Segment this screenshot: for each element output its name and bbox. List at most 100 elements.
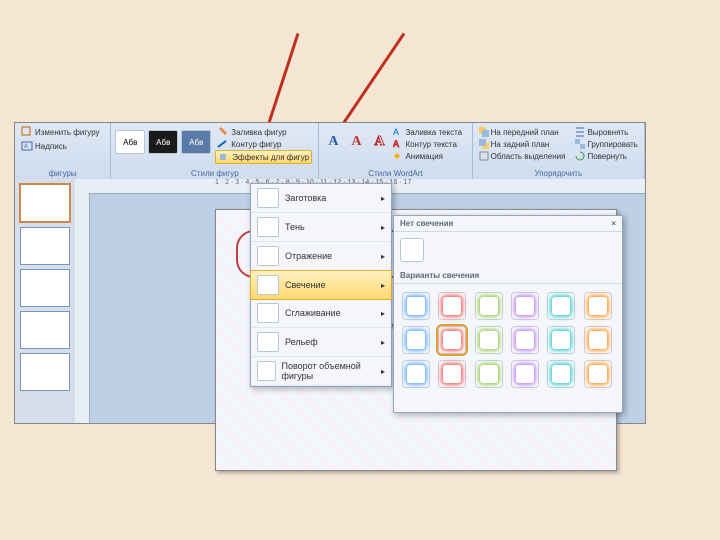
glow-swatch[interactable] [475,292,503,320]
effects-icon [218,152,230,162]
slide-thumb[interactable] [20,311,70,349]
group-label-shapes: фигуры [15,169,110,178]
group-label: Группировать [587,140,638,149]
glow-none-header: Нет свечения × [394,216,622,232]
effects-menu-item[interactable]: Поворот объемной фигуры▸ [251,357,391,386]
glow-grid [394,284,622,396]
shape-style-gallery[interactable]: Абв Абв Абв [115,125,211,159]
glow-swatch[interactable] [547,292,575,320]
shape-effects-label: Эффекты для фигур [232,153,309,162]
shape-effects-button[interactable]: Эффекты для фигур [215,150,312,164]
glow-swatch[interactable] [438,360,466,388]
effects-menu-item[interactable]: Тень▸ [251,213,391,242]
rotate-icon [575,151,585,161]
glow-swatch[interactable] [402,292,430,320]
text-anim-button[interactable]: Анимация [391,150,464,162]
shape-fill-button[interactable]: Заливка фигур [215,126,312,138]
glow-swatch[interactable] [584,326,612,354]
ribbon-group-shapes: Изменить фигуру A Надпись фигуры [15,123,111,179]
text-outline-icon: A [393,139,403,149]
align-button[interactable]: Выровнять [573,126,640,138]
shape-outline-button[interactable]: Контур фигур [215,138,312,150]
wordart-thumb[interactable]: A [323,131,343,153]
chevron-right-icon: ▸ [381,309,385,318]
app-window: Изменить фигуру A Надпись фигуры Абв Абв… [14,122,646,424]
bring-front-button[interactable]: На передний план [477,126,568,138]
vertical-ruler [75,193,90,423]
glow-swatch[interactable] [475,360,503,388]
selection-icon [479,151,489,161]
outline-icon [217,139,229,149]
slide-thumb[interactable] [20,227,70,265]
effects-menu-item[interactable]: Свечение▸ [250,270,392,300]
slide-thumbnails [15,179,76,423]
align-label: Выровнять [587,128,628,137]
glow-swatch[interactable] [511,360,539,388]
text-fill-label: Заливка текста [405,128,462,137]
text-outline-button[interactable]: A Контур текста [391,138,464,150]
text-fill-button[interactable]: A Заливка текста [391,126,464,138]
glow-none-option[interactable] [394,232,622,268]
selection-pane-label: Область выделения [491,152,566,161]
style-thumb[interactable]: Абв [181,130,211,154]
effect-icon [257,217,279,237]
chevron-right-icon: ▸ [381,194,385,203]
slide-thumb[interactable] [20,353,70,391]
glow-swatch[interactable] [511,326,539,354]
glow-swatch[interactable] [438,326,466,354]
chevron-right-icon: ▸ [381,223,385,232]
back-icon [479,139,489,149]
bring-front-label: На передний план [491,128,559,137]
effect-label: Свечение [285,280,326,290]
wordart-thumb[interactable]: A [369,131,389,153]
glow-swatch[interactable] [547,326,575,354]
effects-menu-item[interactable]: Сглаживание ▸ [251,299,391,328]
glow-swatch[interactable] [584,360,612,388]
svg-text:A: A [24,144,28,150]
glow-swatch[interactable] [511,292,539,320]
effect-icon [257,275,279,295]
shape-fill-label: Заливка фигур [231,128,286,137]
effects-menu-item[interactable]: Рельеф▸ [251,328,391,357]
glow-swatch[interactable] [547,360,575,388]
rotate-button[interactable]: Повернуть [573,150,640,162]
glow-swatch[interactable] [438,292,466,320]
glow-gallery: Нет свечения × Варианты свечения [393,215,623,413]
effect-label: Рельеф [285,337,318,347]
slide-thumb[interactable] [19,183,71,223]
anim-icon [393,151,403,161]
effect-label: Сглаживание [285,308,341,318]
glow-swatch[interactable] [402,326,430,354]
edit-shape-icon [21,126,33,138]
glow-swatch[interactable] [402,360,430,388]
rotate-label: Повернуть [587,152,627,161]
chevron-right-icon: ▸ [381,252,385,261]
no-glow-swatch [400,238,424,262]
glow-swatch[interactable] [475,326,503,354]
ribbon-group-arrange: На передний план На задний план Область … [473,123,645,179]
effects-menu-item[interactable]: Отражение▸ [251,242,391,271]
send-back-label: На задний план [491,140,550,149]
close-icon[interactable]: × [611,219,616,228]
textbox-button[interactable]: A Надпись [19,139,106,153]
wordart-thumb[interactable]: A [346,131,366,153]
glow-swatch[interactable] [584,292,612,320]
text-outline-label: Контур текста [405,140,457,149]
change-shape-button[interactable]: Изменить фигуру [19,125,106,139]
slide-thumb[interactable] [20,269,70,307]
shape-outline-label: Контур фигур [231,140,281,149]
text-fill-icon: A [393,127,403,137]
style-thumb[interactable]: Абв [115,130,145,154]
selection-pane-button[interactable]: Область выделения [477,150,568,162]
style-thumb[interactable]: Абв [148,130,178,154]
send-back-button[interactable]: На задний план [477,138,568,150]
glow-none-label: Нет свечения [400,219,453,228]
wordart-gallery[interactable]: A A A [323,125,389,159]
group-button[interactable]: Группировать [573,138,640,150]
group-label-arrange: Упорядочить [473,169,644,178]
svg-text:A: A [393,139,399,149]
effects-menu-item[interactable]: Заготовка▸ [251,184,391,213]
ribbon-group-shape-styles: Абв Абв Абв Заливка фигур Контур фигур [111,123,319,179]
shape-effects-menu: Заготовка▸Тень▸Отражение▸Свечение▸Сглажи… [250,183,392,387]
align-icon [575,127,585,137]
